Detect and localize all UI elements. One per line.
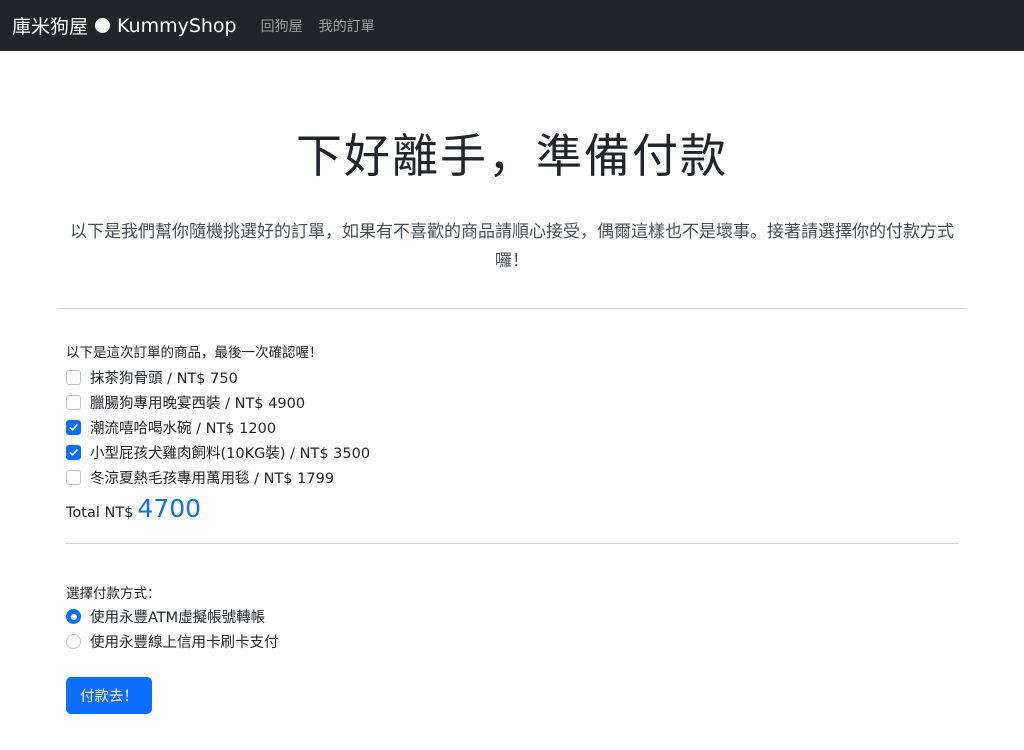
check-icon bbox=[69, 449, 78, 456]
brand-dot-icon bbox=[95, 18, 111, 33]
page-subtitle: 以下是我們幫你隨機挑選好的訂單，如果有不喜歡的商品請順心接受，偶爾這樣也不是壞事… bbox=[70, 222, 954, 272]
order-item-label: 臘腸狗專用晚宴西裝 / NT$ 4900 bbox=[90, 396, 306, 413]
check-icon bbox=[69, 424, 78, 431]
payment-section: 選擇付款方式： 使用永豐ATM虛擬帳號轉帳 使用永豐線上信用卡刷卡支付 付款去！ bbox=[0, 584, 1024, 715]
pay-button[interactable]: 付款去！ bbox=[66, 677, 152, 715]
total-value: 4700 bbox=[137, 494, 202, 524]
radio[interactable] bbox=[66, 634, 81, 650]
page-title: 下好離手，準備付款 bbox=[296, 129, 728, 183]
payment-option-label: 使用永豐ATM虛擬帳號轉帳 bbox=[90, 610, 266, 627]
hero: 下好離手，準備付款 以下是我們幫你隨機挑選好的訂單，如果有不喜歡的商品請順心接受… bbox=[0, 51, 1024, 276]
divider bbox=[58, 308, 966, 310]
order-item[interactable]: 抹茶狗骨頭 / NT$ 750 bbox=[66, 365, 958, 390]
brand-name: 庫米狗屋 bbox=[12, 16, 89, 38]
payment-option-label: 使用永豐線上信用卡刷卡支付 bbox=[90, 635, 279, 652]
nav-link-home[interactable]: 回狗屋 bbox=[261, 16, 303, 36]
payment-option[interactable]: 使用永豐線上信用卡刷卡支付 bbox=[66, 629, 958, 654]
payment-option-list: 使用永豐ATM虛擬帳號轉帳 使用永豐線上信用卡刷卡支付 bbox=[66, 604, 958, 654]
order-item[interactable]: 冬涼夏熱毛孩專用萬用毯 / NT$ 1799 bbox=[66, 465, 958, 490]
order-item[interactable]: 臘腸狗專用晚宴西裝 / NT$ 4900 bbox=[66, 390, 958, 415]
order-item-label: 潮流嘻哈喝水碗 / NT$ 1200 bbox=[90, 421, 277, 438]
divider bbox=[66, 543, 958, 545]
order-item-label: 冬涼夏熱毛孩專用萬用毯 / NT$ 1799 bbox=[90, 471, 335, 488]
order-item[interactable]: 潮流嘻哈喝水碗 / NT$ 1200 bbox=[66, 415, 958, 440]
order-item-label: 抹茶狗骨頭 / NT$ 750 bbox=[90, 371, 238, 388]
checkbox[interactable] bbox=[66, 370, 81, 386]
brand-name-en: KummyShop bbox=[117, 14, 237, 37]
checkbox[interactable] bbox=[66, 395, 81, 411]
brand[interactable]: 庫米狗屋 KummyShop bbox=[12, 12, 237, 39]
payment-label: 選擇付款方式： bbox=[66, 586, 161, 603]
checkbox-checked[interactable] bbox=[66, 445, 81, 461]
radio-selected[interactable] bbox=[66, 609, 81, 625]
order-total: Total NT$ 4700 bbox=[66, 494, 958, 523]
order-item-list: 抹茶狗骨頭 / NT$ 750 臘腸狗專用晚宴西裝 / NT$ 4900 潮流嘻哈喝… bbox=[66, 365, 958, 490]
total-label: Total NT$ bbox=[66, 505, 134, 522]
checkbox[interactable] bbox=[66, 470, 81, 486]
order-item[interactable]: 小型屁孩犬雞肉飼料(10KG裝) / NT$ 3500 bbox=[66, 440, 958, 465]
nav-link-my-orders[interactable]: 我的訂單 bbox=[319, 16, 375, 36]
order-section: 以下是這次訂單的商品，最後一次確認喔！ 抹茶狗骨頭 / NT$ 750 臘腸狗專用… bbox=[0, 343, 1024, 523]
payment-option[interactable]: 使用永豐ATM虛擬帳號轉帳 bbox=[66, 604, 958, 629]
navbar: 庫米狗屋 KummyShop 回狗屋 我的訂單 bbox=[0, 0, 1024, 51]
order-item-label: 小型屁孩犬雞肉飼料(10KG裝) / NT$ 3500 bbox=[90, 446, 371, 463]
checkbox-checked[interactable] bbox=[66, 420, 81, 436]
order-label: 以下是這次訂單的商品，最後一次確認喔！ bbox=[66, 345, 323, 362]
